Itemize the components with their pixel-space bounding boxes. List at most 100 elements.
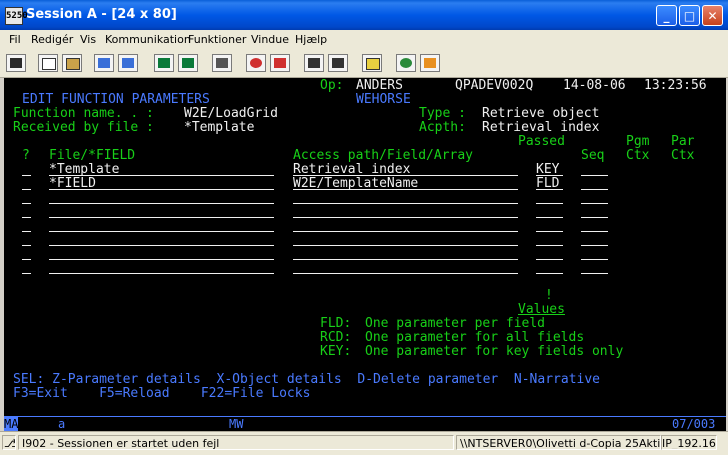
send-icon[interactable] (94, 54, 114, 72)
file-field-input[interactable] (49, 217, 274, 218)
access-path-input[interactable] (293, 231, 518, 232)
access-path-underline (293, 189, 518, 190)
passed-input[interactable] (536, 273, 563, 274)
macro-icon[interactable] (212, 54, 232, 72)
operator-info-area: MA a MW 07/003 (4, 416, 726, 431)
menu-hjaelp[interactable]: Hjælp (295, 33, 327, 46)
sel-input[interactable] (22, 217, 31, 218)
acpth-value: Retrieval index (482, 120, 600, 135)
function-name-label: Function name. . : (13, 106, 154, 121)
col-passed: Passed (518, 134, 565, 149)
file-field-input[interactable] (49, 259, 274, 260)
sel-input[interactable] (22, 259, 31, 260)
access-path-input[interactable] (293, 217, 518, 218)
selection-options: SEL: Z-Parameter details X-Object detail… (13, 372, 600, 387)
legend-rcd-text: One parameter for all fields (365, 330, 585, 345)
function-keys[interactable]: F3=Exit F5=Reload F22=File Locks (13, 387, 310, 401)
sel-input[interactable] (22, 189, 31, 190)
window-titlebar: 5250 Session A - [24 x 80] _ □ ✕ (0, 0, 728, 30)
clipboard-icon[interactable] (362, 54, 382, 72)
passed-input[interactable] (536, 245, 563, 246)
function-name-value: W2E/LoadGrid (184, 106, 278, 121)
values-marker: ! (545, 288, 553, 303)
play-macro-icon[interactable] (304, 54, 324, 72)
menu-kommunikation[interactable]: Kommunikation (105, 33, 191, 46)
session-app-icon[interactable]: 5250 (5, 7, 28, 25)
sel-input[interactable] (22, 231, 31, 232)
values-heading: Values (518, 302, 565, 317)
legend-fld-text: One parameter per field (365, 316, 546, 331)
sel-input[interactable] (22, 245, 31, 246)
legend-rcd-code: RCD: (320, 330, 352, 345)
display-icon[interactable] (154, 54, 174, 72)
col-par-ctx: Ctx (671, 148, 695, 163)
received-by-file-value: *Template (184, 120, 255, 135)
op-label: Op: (320, 78, 344, 93)
keyboard-icon[interactable] (178, 54, 198, 72)
close-button[interactable]: ✕ (702, 5, 723, 26)
terminal-screen[interactable]: Op: ANDERS QPADEV002Q 14-08-06 13:23:56 … (4, 78, 726, 416)
file-field-input[interactable] (49, 231, 274, 232)
file-field-input[interactable] (49, 203, 274, 204)
col-file-field: File/*FIELD (49, 148, 136, 163)
globe-icon[interactable] (396, 54, 416, 72)
col-pgm-ctx: Ctx (626, 148, 650, 163)
seq-input[interactable] (581, 259, 608, 260)
passed-input[interactable] (536, 217, 563, 218)
menu-funktioner[interactable]: Funktioner (188, 33, 246, 46)
stop-macro-icon[interactable] (270, 54, 290, 72)
print-screen-icon[interactable] (6, 54, 26, 72)
connection-icon: ⎇ (2, 435, 16, 450)
acpth-label: Acpth: (419, 120, 466, 135)
help-icon[interactable] (420, 54, 440, 72)
status-connection: \\NTSERVER0\Olivetti d-Copia 25Aktiv (456, 435, 661, 450)
access-path-input[interactable] (293, 245, 518, 246)
col-seq: Seq (581, 148, 605, 163)
menu-vis[interactable]: Vis (80, 33, 96, 46)
file-field-input[interactable] (49, 245, 274, 246)
seq-input[interactable] (581, 231, 608, 232)
legend-key-code: KEY: (320, 344, 352, 359)
oia-ma-indicator: MA (4, 417, 19, 431)
status-bar: ⎇ I902 - Sessionen er startet uden fejl … (0, 431, 728, 455)
sel-input[interactable] (22, 273, 31, 274)
sel-input[interactable] (22, 203, 31, 204)
seq-input[interactable] (581, 203, 608, 204)
maximize-button[interactable]: □ (679, 5, 700, 26)
oia-a-indicator: a (58, 417, 66, 431)
file-field-input[interactable] (49, 273, 274, 274)
received-by-file-label: Received by file : (13, 120, 154, 135)
menu-vindue[interactable]: Vindue (251, 33, 289, 46)
file-field-underline (49, 189, 274, 190)
cursor-position: 07/003 (672, 417, 716, 431)
status-message: I902 - Sessionen er startet uden fejl (18, 435, 454, 450)
seq-input[interactable] (581, 273, 608, 274)
seq-input[interactable] (581, 245, 608, 246)
clipboard-icon[interactable] (328, 54, 348, 72)
record-macro-icon[interactable] (246, 54, 266, 72)
passed-underline (536, 189, 563, 190)
seq-input[interactable] (581, 175, 608, 176)
window-title: Session A - [24 x 80] (26, 7, 177, 22)
minimize-button[interactable]: _ (656, 5, 677, 26)
passed-input[interactable] (536, 203, 563, 204)
legend-key-text: One parameter for key fields only (365, 344, 624, 359)
paste-icon[interactable] (62, 54, 82, 72)
seq-input[interactable] (581, 217, 608, 218)
access-path-input[interactable] (293, 259, 518, 260)
receive-icon[interactable] (118, 54, 138, 72)
screen-heading: EDIT FUNCTION PARAMETERS (22, 92, 210, 107)
passed-input[interactable] (536, 259, 563, 260)
copy-icon[interactable] (38, 54, 58, 72)
menu-bar: Fil Redigér Vis Kommunikation Funktioner… (0, 30, 728, 49)
passed-input[interactable] (536, 231, 563, 232)
sel-input[interactable] (22, 175, 31, 176)
menu-rediger[interactable]: Redigér (31, 33, 73, 46)
toolbar (0, 49, 728, 78)
menu-fil[interactable]: Fil (9, 33, 21, 46)
system-time: 13:23:56 (644, 78, 707, 93)
access-path-input[interactable] (293, 273, 518, 274)
seq-input[interactable] (581, 189, 608, 190)
legend-fld-code: FLD: (320, 316, 352, 331)
access-path-input[interactable] (293, 203, 518, 204)
